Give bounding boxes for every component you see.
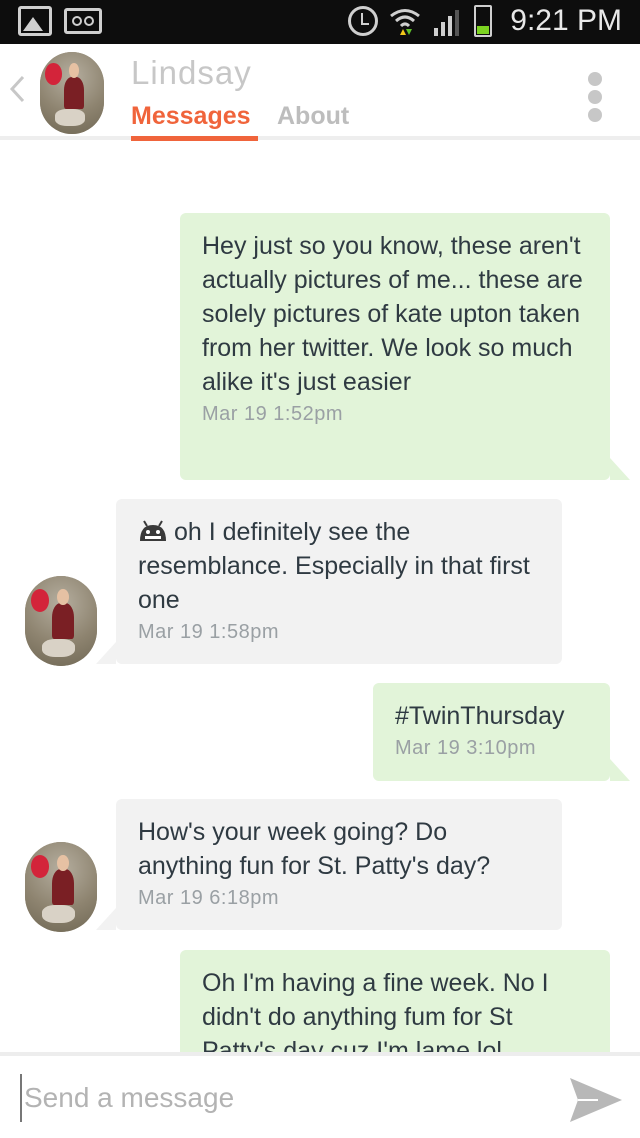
overflow-menu-icon[interactable]	[585, 72, 605, 122]
message-bubble-received: How's your week going? Do anything fun f…	[96, 799, 562, 930]
conversation-header: Lindsay Messages About	[0, 44, 640, 141]
message-timestamp: Mar 19 1:52pm	[202, 403, 344, 425]
message-bubble-sent: Hey just so you know, these aren't actua…	[180, 213, 630, 480]
send-icon[interactable]	[568, 1074, 624, 1126]
message-timestamp: Mar 19 3:10pm	[395, 737, 537, 759]
wifi-icon	[388, 5, 422, 37]
message-text: Hey just so you know, these aren't actua…	[202, 232, 583, 396]
status-bar: 9:21 PM	[0, 0, 640, 44]
status-right: 9:21 PM	[348, 4, 622, 38]
tab-messages[interactable]: Messages	[131, 102, 251, 131]
contact-name[interactable]: Lindsay	[131, 54, 252, 92]
message-text: oh I definitely see the resemblance. Esp…	[138, 518, 530, 614]
back-chevron-icon[interactable]	[8, 74, 26, 104]
message-composer	[0, 1052, 640, 1138]
message-timestamp: Mar 19 1:58pm	[138, 621, 280, 643]
battery-icon	[474, 5, 493, 37]
sender-avatar[interactable]	[25, 842, 97, 932]
message-bubble-sent: Oh I'm having a fine week. No I didn't d…	[180, 950, 610, 1052]
android-emoji-icon	[140, 520, 166, 541]
tab-about[interactable]: About	[277, 102, 349, 131]
voicemail-icon	[64, 8, 102, 34]
status-time: 9:21 PM	[510, 4, 622, 37]
message-list[interactable]: Hey just so you know, these aren't actua…	[0, 140, 640, 1052]
signal-icon	[434, 10, 460, 36]
alarm-icon	[348, 6, 379, 36]
message-text: #TwinThursday	[395, 702, 565, 730]
message-bubble-received: oh I definitely see the resemblance. Esp…	[96, 499, 562, 664]
gallery-icon	[18, 6, 52, 36]
message-timestamp: Mar 19 6:18pm	[138, 887, 280, 909]
message-text: Oh I'm having a fine week. No I didn't d…	[202, 969, 549, 1052]
sender-avatar[interactable]	[25, 576, 97, 666]
contact-avatar[interactable]	[40, 52, 104, 134]
message-input[interactable]	[20, 1074, 540, 1122]
message-text: How's your week going? Do anything fun f…	[138, 818, 491, 880]
message-bubble-sent: #TwinThursday Mar 19 3:10pm	[373, 683, 630, 781]
status-left	[18, 6, 102, 36]
